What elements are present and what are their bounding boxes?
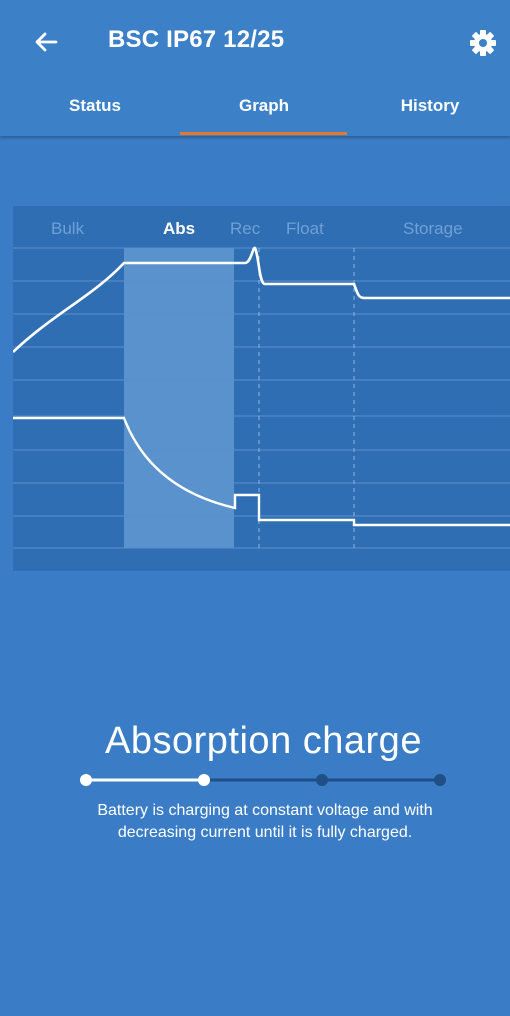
active-tab-indicator bbox=[180, 132, 347, 135]
tab-bar: Status Graph History bbox=[0, 80, 510, 136]
charge-state-title: Absorption charge bbox=[105, 720, 422, 762]
description-line-1: Battery is charging at constant voltage … bbox=[97, 802, 433, 819]
phase-label-abs: Abs bbox=[163, 219, 196, 238]
phase-label-rec: Rec bbox=[230, 219, 261, 238]
description-line-2: decreasing current until it is fully cha… bbox=[117, 824, 413, 841]
phase-label-bulk: Bulk bbox=[51, 219, 85, 238]
arrow-left-icon bbox=[35, 32, 58, 52]
step-dot-2 bbox=[198, 774, 210, 786]
phase-label-storage: Storage bbox=[403, 219, 463, 238]
tab-status[interactable]: Status bbox=[20, 96, 170, 116]
step-dot-1 bbox=[80, 774, 92, 786]
charge-graph: Bulk Abs Rec Float Storage bbox=[13, 206, 510, 571]
phase-label-float: Float bbox=[286, 219, 324, 238]
step-dot-4 bbox=[434, 774, 446, 786]
gear-icon bbox=[470, 30, 496, 56]
tab-graph[interactable]: Graph bbox=[180, 96, 348, 116]
charge-step-indicator bbox=[70, 768, 460, 792]
settings-button[interactable] bbox=[467, 27, 499, 59]
current-curve bbox=[13, 416, 510, 527]
step-dot-3 bbox=[316, 774, 328, 786]
app-bar: BSC IP67 12/25 Status Graph History bbox=[0, 0, 510, 136]
back-button[interactable] bbox=[30, 26, 62, 58]
tab-history[interactable]: History bbox=[350, 96, 510, 116]
left-edge bbox=[0, 0, 13, 1016]
charge-curve-svg bbox=[13, 246, 510, 549]
voltage-curve bbox=[13, 246, 510, 353]
phase-separators bbox=[258, 248, 355, 548]
page-title: BSC IP67 12/25 bbox=[108, 26, 285, 53]
charge-state-description: Battery is charging at constant voltage … bbox=[40, 800, 490, 844]
